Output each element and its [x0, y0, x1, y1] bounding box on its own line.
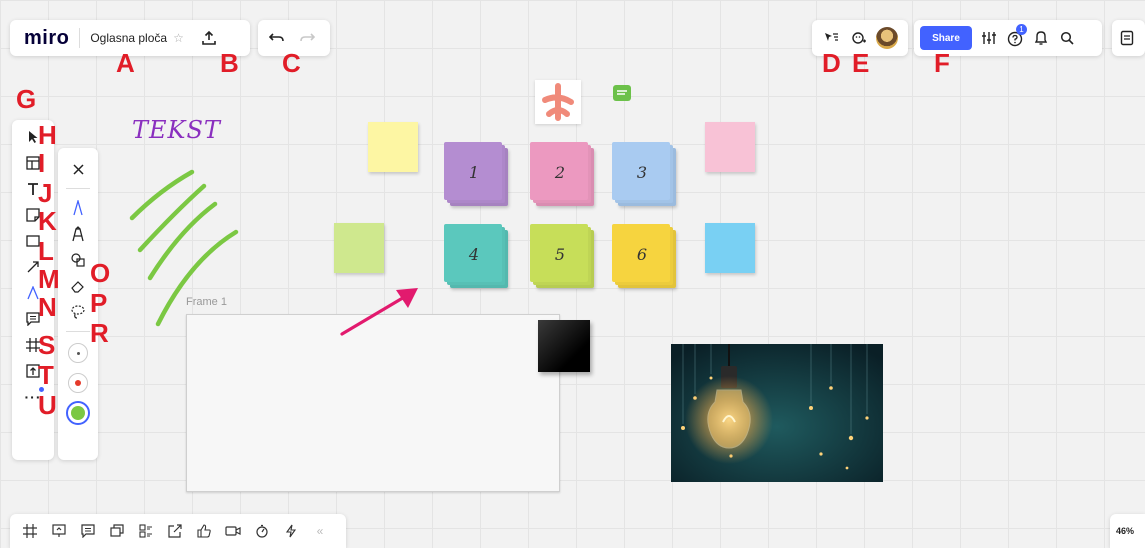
annotation-i: I — [38, 148, 46, 178]
black-sticky-note[interactable] — [538, 320, 590, 372]
voting-thumbs-up-icon[interactable] — [192, 519, 216, 543]
sticky-label: 3 — [636, 162, 648, 182]
yellow-sticky-note[interactable] — [368, 122, 418, 172]
search-icon[interactable] — [1054, 24, 1080, 52]
annotation-n: N — [38, 292, 57, 322]
sticky-label: 4 — [468, 244, 480, 264]
annotation-l: L — [38, 236, 54, 266]
frame-label[interactable]: Frame 1 — [186, 296, 227, 308]
sticky-stack-2[interactable]: 2 — [530, 142, 596, 208]
lightbulb-image[interactable] — [671, 344, 883, 482]
annotation-s: S — [38, 330, 56, 360]
annotation-g: G — [16, 84, 37, 114]
close-icon[interactable] — [58, 156, 98, 182]
light-blue-sticky-note[interactable] — [705, 223, 755, 273]
bottom-toolbar: « — [10, 514, 346, 548]
light-green-sticky-note[interactable] — [334, 223, 384, 273]
annotation-a: A — [116, 48, 135, 78]
help-badge: 1 — [1016, 24, 1027, 35]
annotation-c: C — [282, 48, 301, 78]
sticky-label: 1 — [468, 162, 480, 182]
share-external-icon[interactable] — [163, 519, 187, 543]
green-stroke-drawing[interactable] — [120, 160, 250, 330]
settings-sliders-icon[interactable] — [976, 24, 1002, 52]
sticky-stack-1[interactable]: 1 — [444, 142, 510, 208]
sticky-stack-6[interactable]: 6 — [612, 224, 678, 290]
user-avatar[interactable] — [876, 27, 898, 49]
zoom-level[interactable]: 46% — [1116, 526, 1134, 536]
highlighter-icon[interactable] — [58, 221, 98, 247]
tekst-text-item[interactable]: TEKST — [132, 116, 221, 144]
notifications-bell-icon[interactable] — [1028, 24, 1054, 52]
share-button[interactable]: Share — [920, 26, 972, 50]
annotation-e: E — [852, 48, 870, 78]
annotation-u: U — [38, 390, 57, 420]
annotation-m: M — [38, 264, 60, 294]
board-name[interactable]: Oglasna ploča — [90, 31, 167, 45]
annotation-o: O — [90, 258, 111, 288]
sticky-label: 2 — [554, 162, 566, 182]
notes-list-icon[interactable] — [1112, 23, 1142, 53]
pen-icon[interactable] — [58, 195, 98, 221]
sticker-card[interactable] — [535, 80, 581, 124]
star-icon[interactable]: ☆ — [173, 31, 184, 45]
miro-logo[interactable]: miro — [24, 27, 69, 50]
annotation-b: B — [220, 48, 239, 78]
separator — [79, 28, 81, 48]
export-upload-icon[interactable] — [196, 25, 222, 51]
frame-1[interactable] — [186, 314, 560, 492]
annotation-r: R — [90, 318, 109, 348]
annotation-k: K — [38, 206, 57, 236]
annotation-j: J — [38, 178, 53, 208]
annotation-h: H — [38, 120, 57, 150]
video-chat-icon[interactable] — [221, 519, 245, 543]
collapse-chevron-icon[interactable]: « — [308, 519, 332, 543]
comments-icon[interactable] — [76, 519, 100, 543]
annotation-f: F — [934, 48, 950, 78]
comment-bubble-icon[interactable] — [613, 85, 631, 101]
pink-sticky-note[interactable] — [705, 122, 755, 172]
stroke-color-green[interactable] — [58, 398, 98, 428]
presentation-icon[interactable] — [47, 519, 71, 543]
timer-icon[interactable] — [250, 519, 274, 543]
annotation-t: T — [38, 360, 54, 390]
annotation-d: D — [822, 48, 841, 78]
sticky-stack-3[interactable]: 3 — [612, 142, 678, 208]
cards-icon[interactable] — [105, 519, 129, 543]
help-icon[interactable]: 1 — [1002, 24, 1028, 52]
sticky-label: 5 — [554, 244, 566, 264]
notes-panel — [1112, 20, 1145, 56]
templates-tool[interactable] — [13, 150, 53, 176]
kanban-icon[interactable] — [134, 519, 158, 543]
pink-arrow-connector[interactable] — [336, 282, 426, 338]
activity-lightning-icon[interactable] — [279, 519, 303, 543]
sticky-label: 6 — [636, 244, 648, 264]
divider — [66, 331, 90, 332]
zoom-panel: 46% — [1110, 514, 1145, 548]
stroke-color-red[interactable] — [58, 368, 98, 398]
frames-icon[interactable] — [18, 519, 42, 543]
divider — [66, 188, 90, 189]
sticker-figure-icon — [542, 83, 574, 121]
annotation-p: P — [90, 288, 108, 318]
sticky-stack-4[interactable]: 4 — [444, 224, 510, 290]
sticky-stack-5[interactable]: 5 — [530, 224, 596, 290]
